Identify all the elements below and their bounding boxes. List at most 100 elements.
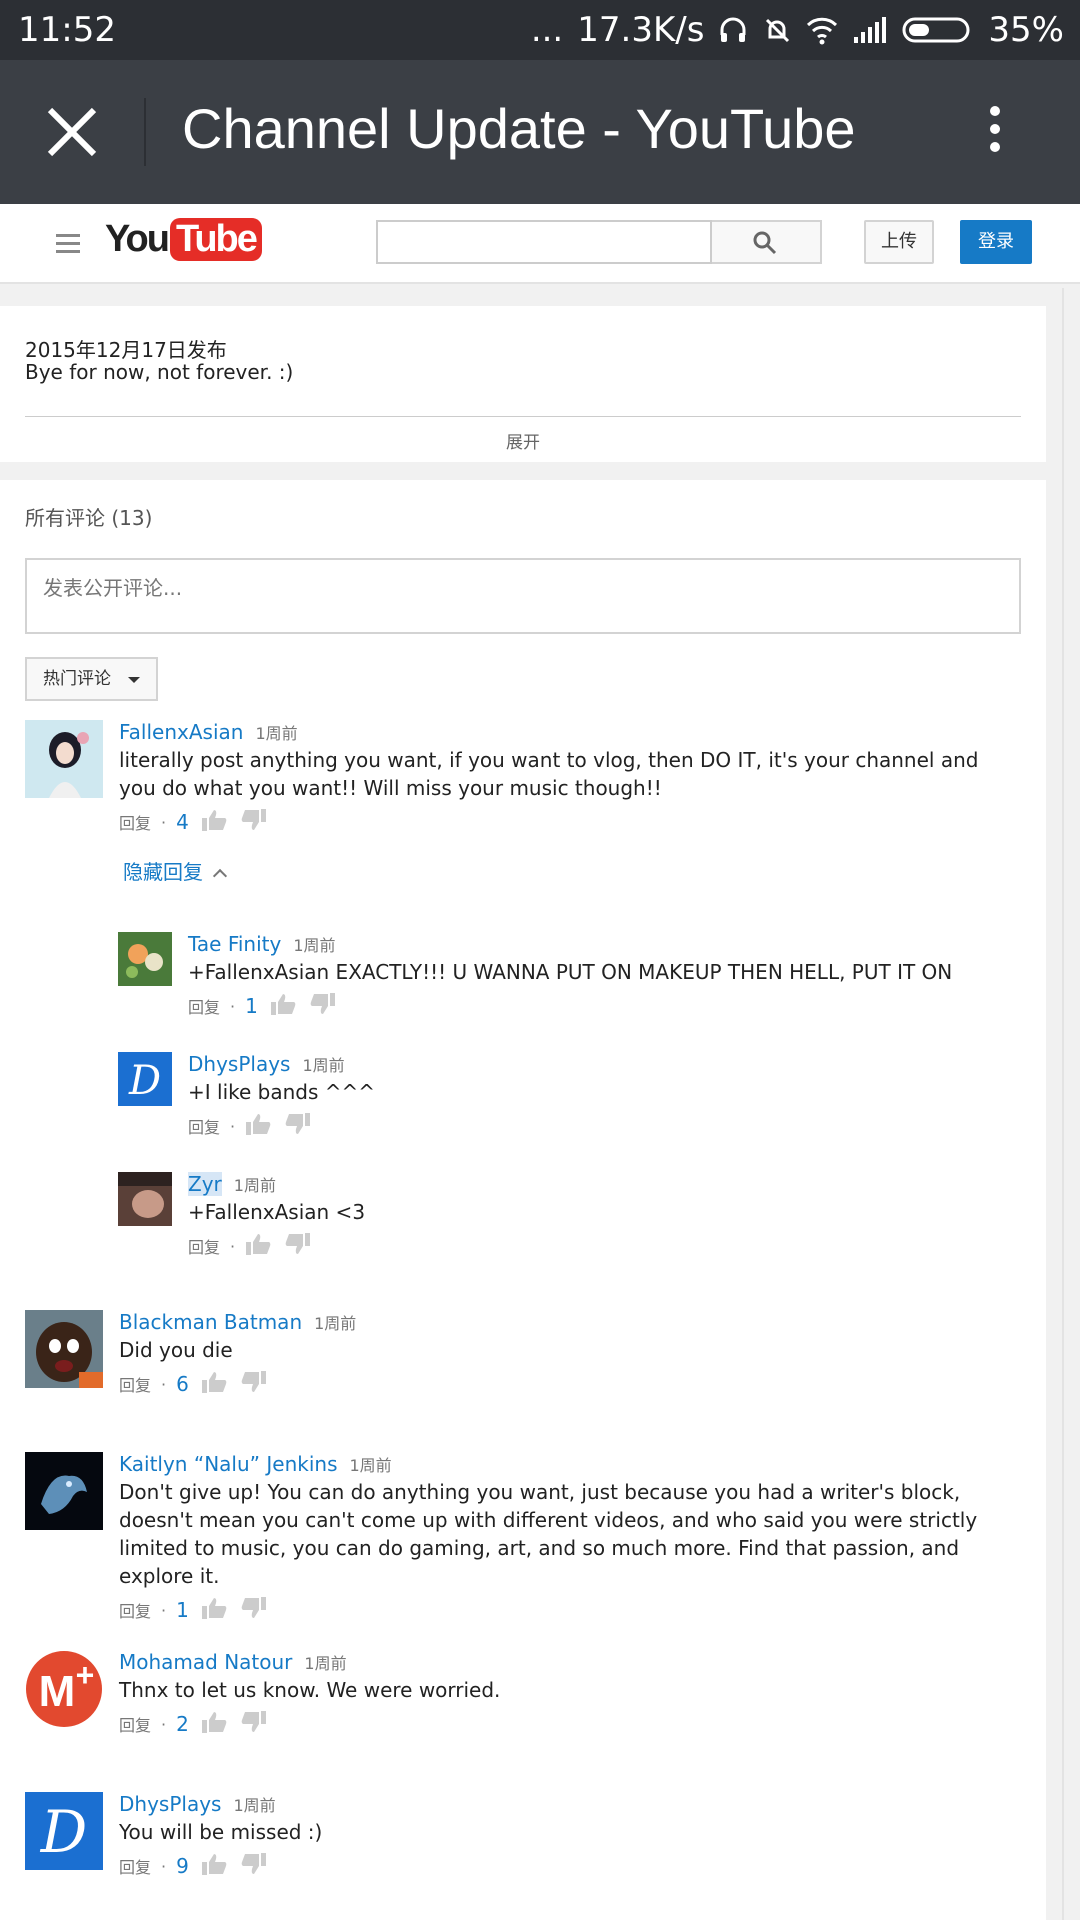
comment-text: Thnx to let us know. We were worried. (119, 1678, 501, 1702)
close-icon[interactable] (44, 104, 100, 160)
comment-input[interactable]: 发表公开评论... (25, 558, 1021, 634)
svg-text:D: D (128, 1058, 161, 1104)
avatar[interactable] (25, 720, 103, 803)
reply-button[interactable]: 回复 (119, 810, 151, 834)
reply-button[interactable]: 回复 (119, 1854, 151, 1878)
thumbs-down-icon[interactable] (241, 1596, 271, 1624)
comments-count-header: 所有评论 (13) (25, 506, 153, 530)
menu-icon[interactable] (56, 234, 80, 258)
browser-title-bar: Channel Update - YouTube (0, 60, 1080, 204)
reply-button[interactable]: 回复 (188, 994, 220, 1018)
avatar[interactable] (25, 1452, 103, 1535)
comment-author[interactable]: Blackman Batman (119, 1310, 302, 1334)
thumbs-up-icon[interactable] (245, 1112, 275, 1140)
avatar[interactable] (25, 1310, 103, 1393)
reply-button[interactable]: 回复 (119, 1598, 151, 1622)
comment-text: You will be missed :) (119, 1820, 323, 1844)
avatar[interactable]: D (118, 1052, 172, 1111)
reply-text: +FallenxAsian EXACTLY!!! U WANNA PUT ON … (188, 960, 953, 984)
search-input[interactable] (376, 220, 712, 264)
expand-button[interactable]: 展开 (0, 428, 1046, 453)
comment-time: 1周前 (255, 724, 298, 743)
reply-author[interactable]: Zyr (188, 1172, 222, 1196)
comment-actions: 回复 · 9 (119, 1852, 1019, 1880)
battery-percent: 35% (988, 10, 1064, 50)
like-count: 1 (245, 994, 258, 1018)
thumbs-up-icon[interactable] (201, 1710, 231, 1738)
reply-actions: 回复 · (188, 1112, 1018, 1140)
comment-author[interactable]: Mohamad Natour (119, 1650, 292, 1674)
comment-time: 1周前 (233, 1796, 276, 1815)
thumbs-up-icon[interactable] (245, 1232, 275, 1260)
comment-text: literally post anything you want, if you… (119, 748, 979, 800)
reply-text: +FallenxAsian <3 (188, 1200, 366, 1224)
upload-button[interactable]: 上传 (864, 220, 934, 264)
comment-time: 1周前 (349, 1456, 392, 1475)
page-gutter (1062, 288, 1080, 1920)
reply-button[interactable]: 回复 (188, 1114, 220, 1138)
video-description-card: 2015年12月17日发布 Bye for now, not forever. … (0, 306, 1046, 462)
thumbs-up-icon[interactable] (201, 1370, 231, 1398)
page-title: Channel Update - YouTube (182, 97, 856, 160)
comment-actions: 回复 · 6 (119, 1370, 1019, 1398)
thumbs-up-icon[interactable] (201, 808, 231, 836)
reply-actions: 回复 · 1 (188, 992, 1018, 1020)
network-speed: 17.3K/s (577, 10, 705, 50)
signal-icon (852, 15, 888, 45)
thumbs-up-icon[interactable] (201, 1596, 231, 1624)
comment-text: Did you die (119, 1338, 233, 1362)
reply-author[interactable]: DhysPlays (188, 1052, 290, 1076)
avatar[interactable] (118, 1172, 172, 1231)
like-count: 6 (176, 1372, 189, 1396)
search-button[interactable] (712, 220, 822, 264)
thumbs-down-icon[interactable] (241, 1370, 271, 1398)
status-bar: 11:52 ... 17.3K/s 35% (0, 0, 1080, 60)
comment-actions: 回复 · 2 (119, 1710, 1019, 1738)
thumbs-up-icon[interactable] (201, 1852, 231, 1880)
chevron-up-icon (212, 868, 228, 884)
title-divider (144, 98, 146, 166)
thumbs-down-icon[interactable] (285, 1232, 315, 1260)
search-icon (753, 231, 777, 255)
reply-time: 1周前 (293, 936, 336, 955)
youtube-logo[interactable]: You Tube (105, 218, 262, 261)
svg-text:M: M (39, 1667, 76, 1716)
login-button[interactable]: 登录 (960, 220, 1032, 264)
reply-text: +I like bands ^^^ (188, 1080, 376, 1104)
like-count: 9 (176, 1854, 189, 1878)
reply-button[interactable]: 回复 (188, 1234, 220, 1258)
svg-text:+: + (76, 1657, 95, 1693)
thumbs-down-icon[interactable] (241, 1852, 271, 1880)
wifi-icon (806, 15, 838, 45)
description-text: Bye for now, not forever. :) (25, 360, 294, 384)
more-options-icon[interactable] (980, 98, 1010, 166)
comments-card: 所有评论 (13) 发表公开评论... 热门评论 FallenxAsian 1周前… (0, 480, 1046, 1920)
reply-time: 1周前 (302, 1056, 345, 1075)
comment-time: 1周前 (304, 1654, 347, 1673)
comment-time: 1周前 (314, 1314, 357, 1333)
headphones-icon (718, 15, 748, 45)
comment-author[interactable]: FallenxAsian (119, 720, 243, 744)
reply-time: 1周前 (233, 1176, 276, 1195)
hide-replies-button[interactable]: 隐藏回复 (123, 856, 228, 885)
avatar[interactable]: M + (25, 1650, 103, 1733)
sort-dropdown[interactable]: 热门评论 (25, 657, 158, 701)
comment-author[interactable]: DhysPlays (119, 1792, 221, 1816)
thumbs-down-icon[interactable] (241, 808, 271, 836)
thumbs-down-icon[interactable] (241, 1710, 271, 1738)
svg-text:D: D (40, 1798, 88, 1866)
divider (25, 416, 1021, 417)
reply-author[interactable]: Tae Finity (188, 932, 281, 956)
thumbs-up-icon[interactable] (270, 992, 300, 1020)
mute-bell-icon (762, 15, 792, 45)
reply-button[interactable]: 回复 (119, 1712, 151, 1736)
avatar[interactable]: D (25, 1792, 103, 1875)
avatar[interactable] (118, 932, 172, 991)
thumbs-down-icon[interactable] (310, 992, 340, 1020)
comment-author[interactable]: Kaitlyn “Nalu” Jenkins (119, 1452, 338, 1476)
thumbs-down-icon[interactable] (285, 1112, 315, 1140)
comment-text: Don't give up! You can do anything you w… (119, 1480, 978, 1588)
reply-button[interactable]: 回复 (119, 1372, 151, 1396)
like-count: 2 (176, 1712, 189, 1736)
publish-date: 2015年12月17日发布 (25, 338, 227, 362)
